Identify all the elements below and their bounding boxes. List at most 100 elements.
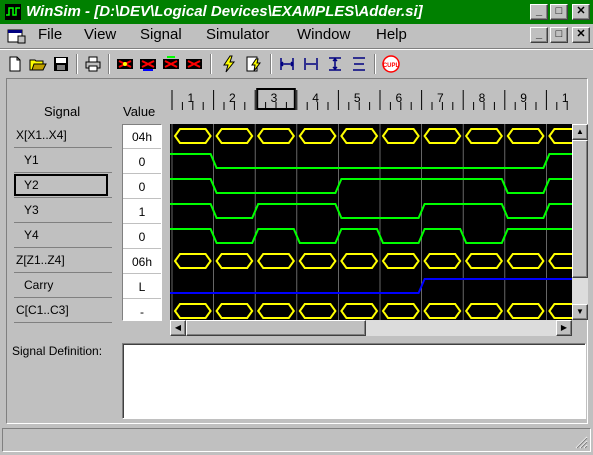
- horizontal-scrollbar[interactable]: ◀ ▶: [170, 320, 572, 336]
- signal-name-row[interactable]: X[X1..X4]: [14, 124, 112, 148]
- signal-name-label: Z[Z1..Z4]: [16, 253, 65, 267]
- signal-value-cell: 0: [123, 225, 161, 249]
- ruler-tick-label: 1: [187, 91, 194, 105]
- zoom-reset-icon[interactable]: [348, 53, 370, 75]
- add-signal-icon[interactable]: [114, 53, 136, 75]
- menu-window[interactable]: Window: [297, 26, 350, 43]
- print-icon[interactable]: [82, 53, 104, 75]
- ruler-tick-label: 7: [437, 91, 444, 105]
- scroll-left-icon[interactable]: ◀: [170, 320, 186, 336]
- restore-icon[interactable]: □: [550, 4, 568, 20]
- menu-view[interactable]: View: [84, 26, 116, 43]
- waveform-trace: [173, 303, 572, 319]
- toolbar-separator: [374, 54, 376, 74]
- waveform-area[interactable]: [170, 124, 572, 320]
- mdi-minimize-icon[interactable]: _: [530, 27, 548, 43]
- ruler-tick-label: 5: [354, 91, 361, 105]
- waveform-trace: [170, 203, 572, 219]
- signal-column-header: Signal: [44, 104, 81, 119]
- new-file-icon[interactable]: [4, 53, 26, 75]
- signal-value-cell: -: [123, 300, 161, 324]
- signal-value-cell: 04h: [123, 125, 161, 149]
- signal-name-row[interactable]: C[C1..C3]: [14, 299, 112, 323]
- signal-definition-field[interactable]: [122, 343, 586, 419]
- resize-grip-icon[interactable]: [574, 435, 588, 449]
- waveform-trace: [170, 178, 572, 194]
- save-icon[interactable]: [50, 53, 72, 75]
- remove-signal-icon[interactable]: [183, 53, 205, 75]
- waveform-trace: [170, 278, 572, 294]
- window-title: WinSim - [D:\DEV\Logical Devices\EXAMPLE…: [26, 3, 423, 20]
- menu-signal[interactable]: Signal: [140, 26, 182, 43]
- menu-simulator[interactable]: Simulator: [206, 26, 269, 43]
- signal-name-label: Y1: [24, 153, 39, 167]
- signal-name-row[interactable]: Y1: [14, 149, 112, 173]
- signal-name-row[interactable]: Carry: [14, 274, 112, 298]
- step-icon[interactable]: [243, 53, 265, 75]
- waveform-trace: [170, 153, 572, 169]
- ruler-tick-label: 8: [479, 91, 486, 105]
- scroll-up-icon[interactable]: ▲: [572, 124, 588, 140]
- toolbar-separator: [108, 54, 110, 74]
- waveform-trace: [173, 128, 572, 144]
- signal-value-cell: 1: [123, 200, 161, 224]
- menu-help[interactable]: Help: [376, 26, 407, 43]
- signal-value-cell: 0: [123, 150, 161, 174]
- signal-name-label: Y2: [14, 174, 108, 196]
- signal-value-cell: 06h: [123, 250, 161, 274]
- ruler-tick-label: 6: [395, 91, 402, 105]
- signal-value-cell: 0: [123, 175, 161, 199]
- status-bar: [2, 428, 591, 452]
- close-icon[interactable]: ✕: [572, 4, 590, 20]
- ruler-tick-label: 1: [562, 91, 569, 105]
- edit-signal-icon[interactable]: [160, 53, 182, 75]
- mdi-restore-icon[interactable]: □: [550, 27, 568, 43]
- vertical-scroll-thumb[interactable]: [572, 140, 588, 278]
- ruler-tick-label: 4: [312, 91, 319, 105]
- scroll-down-icon[interactable]: ▼: [572, 304, 588, 320]
- mdi-close-icon[interactable]: ✕: [572, 27, 590, 43]
- ruler-tick-label: 9: [520, 91, 527, 105]
- signal-name-row[interactable]: Z[Z1..Z4]: [14, 249, 112, 273]
- toolbar: CUPL: [0, 48, 593, 76]
- ruler-ticks: 1 2 3 4 5 6 7 8 9 1: [171, 88, 569, 110]
- menu-file[interactable]: File: [38, 26, 62, 43]
- signal-name-label: X[X1..X4]: [16, 128, 67, 142]
- toolbar-separator: [76, 54, 78, 74]
- title-bar: WinSim - [D:\DEV\Logical Devices\EXAMPLE…: [0, 0, 593, 24]
- winsim-app-icon[interactable]: [4, 3, 22, 21]
- time-ruler[interactable]: 1 2 3 4 5 6 7 8 9 1: [170, 86, 572, 110]
- value-column: 04h 0 0 1 0 06h L -: [122, 124, 162, 324]
- signal-name-row[interactable]: Y4: [14, 224, 112, 248]
- menu-bar: File View Signal Simulator Window Help _…: [0, 24, 593, 46]
- delete-signal-icon[interactable]: [137, 53, 159, 75]
- document-icon[interactable]: [6, 28, 26, 44]
- toolbar-separator: [210, 54, 212, 74]
- waveform-trace: [173, 253, 572, 269]
- signal-name-label: Y4: [24, 228, 39, 242]
- open-folder-icon[interactable]: [27, 53, 49, 75]
- ruler-tick-label: 3: [271, 91, 278, 105]
- signal-name-row[interactable]: Y2: [14, 174, 112, 198]
- value-column-header: Value: [123, 104, 156, 119]
- vertical-scrollbar[interactable]: ▲ ▼: [572, 124, 588, 320]
- ruler-tick-label: 2: [229, 91, 236, 105]
- signal-name-row[interactable]: Y3: [14, 199, 112, 223]
- waveform-trace: [170, 228, 572, 244]
- cupl-label: CUPL: [383, 63, 400, 69]
- scroll-right-icon[interactable]: ▶: [556, 320, 572, 336]
- cupl-icon[interactable]: CUPL: [380, 53, 402, 75]
- toolbar-separator: [270, 54, 272, 74]
- zoom-out-icon[interactable]: [324, 53, 346, 75]
- minimize-icon[interactable]: _: [530, 4, 548, 20]
- simulate-icon[interactable]: [218, 53, 240, 75]
- signal-name-label: C[C1..C3]: [16, 303, 69, 317]
- signal-value-cell: L: [123, 275, 161, 299]
- zoom-in-icon[interactable]: [300, 53, 322, 75]
- waveform-canvas: [170, 124, 572, 320]
- signal-name-label: Y3: [24, 203, 39, 217]
- zoom-fit-icon[interactable]: [276, 53, 298, 75]
- signal-definition-label: Signal Definition:: [12, 344, 103, 358]
- horizontal-scroll-thumb[interactable]: [186, 320, 366, 336]
- signal-name-label: Carry: [24, 278, 54, 292]
